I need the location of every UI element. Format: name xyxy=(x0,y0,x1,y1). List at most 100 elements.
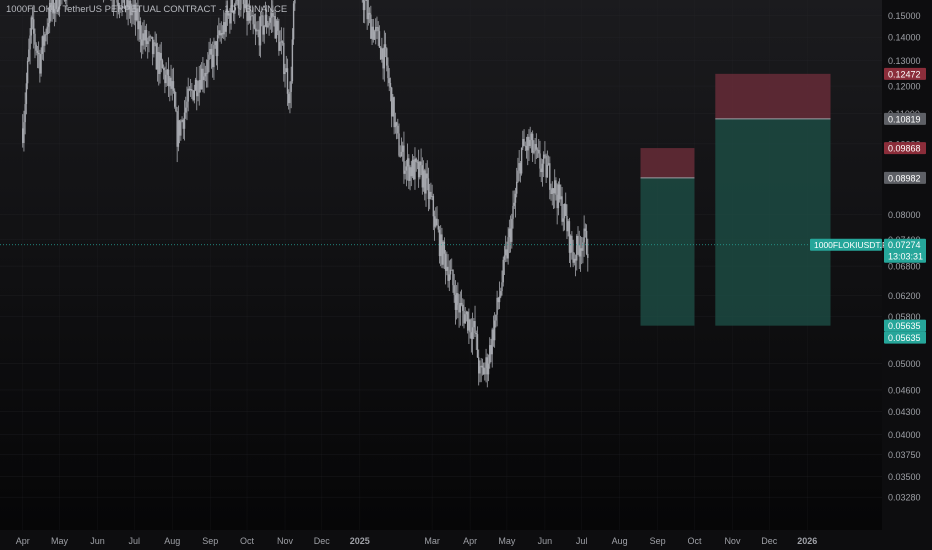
candle-body xyxy=(518,163,520,171)
candle-body xyxy=(236,0,238,1)
candle-body xyxy=(571,235,573,253)
candle-body xyxy=(453,285,455,296)
candle-body xyxy=(288,93,290,104)
candle-body xyxy=(426,173,428,179)
candle-body xyxy=(498,296,501,303)
candle-body xyxy=(142,33,144,46)
position-target-zone[interactable] xyxy=(715,118,831,326)
candle-body xyxy=(440,234,442,257)
candle-body xyxy=(189,89,192,91)
position-target-zone[interactable] xyxy=(640,177,695,326)
candle-body xyxy=(428,191,431,199)
candle-body xyxy=(496,297,498,315)
candle-body xyxy=(170,77,172,89)
symbol-title[interactable]: 1000FLOKI / TetherUS PERPETUAL CONTRACT … xyxy=(6,4,287,15)
chart-container[interactable]: 0.150000.140000.130000.120000.110000.100… xyxy=(0,0,932,550)
candle-body xyxy=(213,45,215,68)
candle-body xyxy=(188,88,191,91)
candle-body xyxy=(22,128,24,143)
candle-body xyxy=(373,31,376,40)
candle-body xyxy=(507,237,509,259)
candle-body xyxy=(194,79,197,91)
candle-body xyxy=(185,107,187,113)
candle-body xyxy=(529,139,531,147)
x-tick-label: Dec xyxy=(314,536,331,546)
candle-body xyxy=(490,345,492,355)
price-tag-label: 0.10819 xyxy=(888,114,921,124)
candle-body xyxy=(511,218,513,242)
candle-body xyxy=(37,52,40,55)
candle-body xyxy=(432,196,435,217)
candle-body xyxy=(63,0,66,1)
candle-body xyxy=(522,139,524,148)
candle-body xyxy=(384,44,387,49)
candle-body xyxy=(202,68,204,81)
candle-body xyxy=(551,188,553,194)
candle-body xyxy=(473,321,475,328)
candle-body xyxy=(47,23,50,27)
candle-body xyxy=(174,90,176,107)
candle-body xyxy=(64,0,67,1)
position-stop-zone[interactable] xyxy=(715,73,831,119)
x-tick-label: Aug xyxy=(164,536,180,546)
candle-body xyxy=(441,234,443,265)
candle-body xyxy=(463,310,465,324)
candle-body xyxy=(251,15,253,17)
candle-body xyxy=(25,83,28,105)
y-tick-label: 0.04000 xyxy=(888,430,921,440)
candle-body xyxy=(138,21,140,30)
last-price-label: 0.07274 xyxy=(888,240,921,250)
candle-body xyxy=(419,161,421,178)
candle-body xyxy=(585,230,588,254)
candle-body xyxy=(198,80,200,93)
candle-body xyxy=(368,12,371,15)
candle-body xyxy=(291,39,294,82)
candle-body xyxy=(431,196,433,197)
candle-body xyxy=(175,106,177,112)
candle-body xyxy=(281,41,284,43)
candle-body xyxy=(372,26,374,40)
candle-body xyxy=(41,36,44,54)
symbol-tag-label: 1000FLOKIUSDT.P xyxy=(814,240,888,250)
candle-body xyxy=(433,216,436,227)
candle-body xyxy=(493,320,496,341)
candle-body xyxy=(203,76,205,81)
candle-body xyxy=(393,97,395,128)
candle-body xyxy=(144,30,146,41)
candle-body xyxy=(500,291,502,297)
candle-body xyxy=(491,329,493,355)
price-chart[interactable]: 0.150000.140000.130000.120000.110000.100… xyxy=(0,0,932,550)
candle-body xyxy=(449,269,452,275)
candle-body xyxy=(406,158,409,167)
candle-body xyxy=(541,163,544,173)
candle-body xyxy=(280,41,283,43)
candle-body xyxy=(197,92,199,97)
candle-body xyxy=(366,0,368,20)
candle-body xyxy=(454,295,457,310)
candle-body xyxy=(148,36,150,42)
candle-body xyxy=(26,61,29,84)
x-tick-label: Aug xyxy=(612,536,628,546)
candle-body xyxy=(542,154,545,164)
candle-body xyxy=(250,15,252,21)
candle-body xyxy=(408,158,410,181)
candle-body xyxy=(139,21,142,40)
candle-body xyxy=(549,163,551,190)
candle-body xyxy=(409,167,411,181)
candle-body xyxy=(492,329,495,341)
position-stop-zone[interactable] xyxy=(640,148,695,178)
candle-body xyxy=(508,228,511,238)
candle-body xyxy=(455,293,458,310)
candle-body xyxy=(489,345,491,364)
candle-body xyxy=(151,36,154,55)
y-tick-label: 0.13000 xyxy=(888,56,921,66)
candle-body xyxy=(538,150,540,154)
candle-body xyxy=(442,241,444,265)
candle-body xyxy=(458,304,460,313)
candle-body xyxy=(416,161,419,163)
x-tick-label: Oct xyxy=(240,536,255,546)
candle-body xyxy=(186,101,188,108)
candle-body xyxy=(474,321,476,333)
candle-body xyxy=(557,184,560,209)
candle-body xyxy=(160,52,162,61)
